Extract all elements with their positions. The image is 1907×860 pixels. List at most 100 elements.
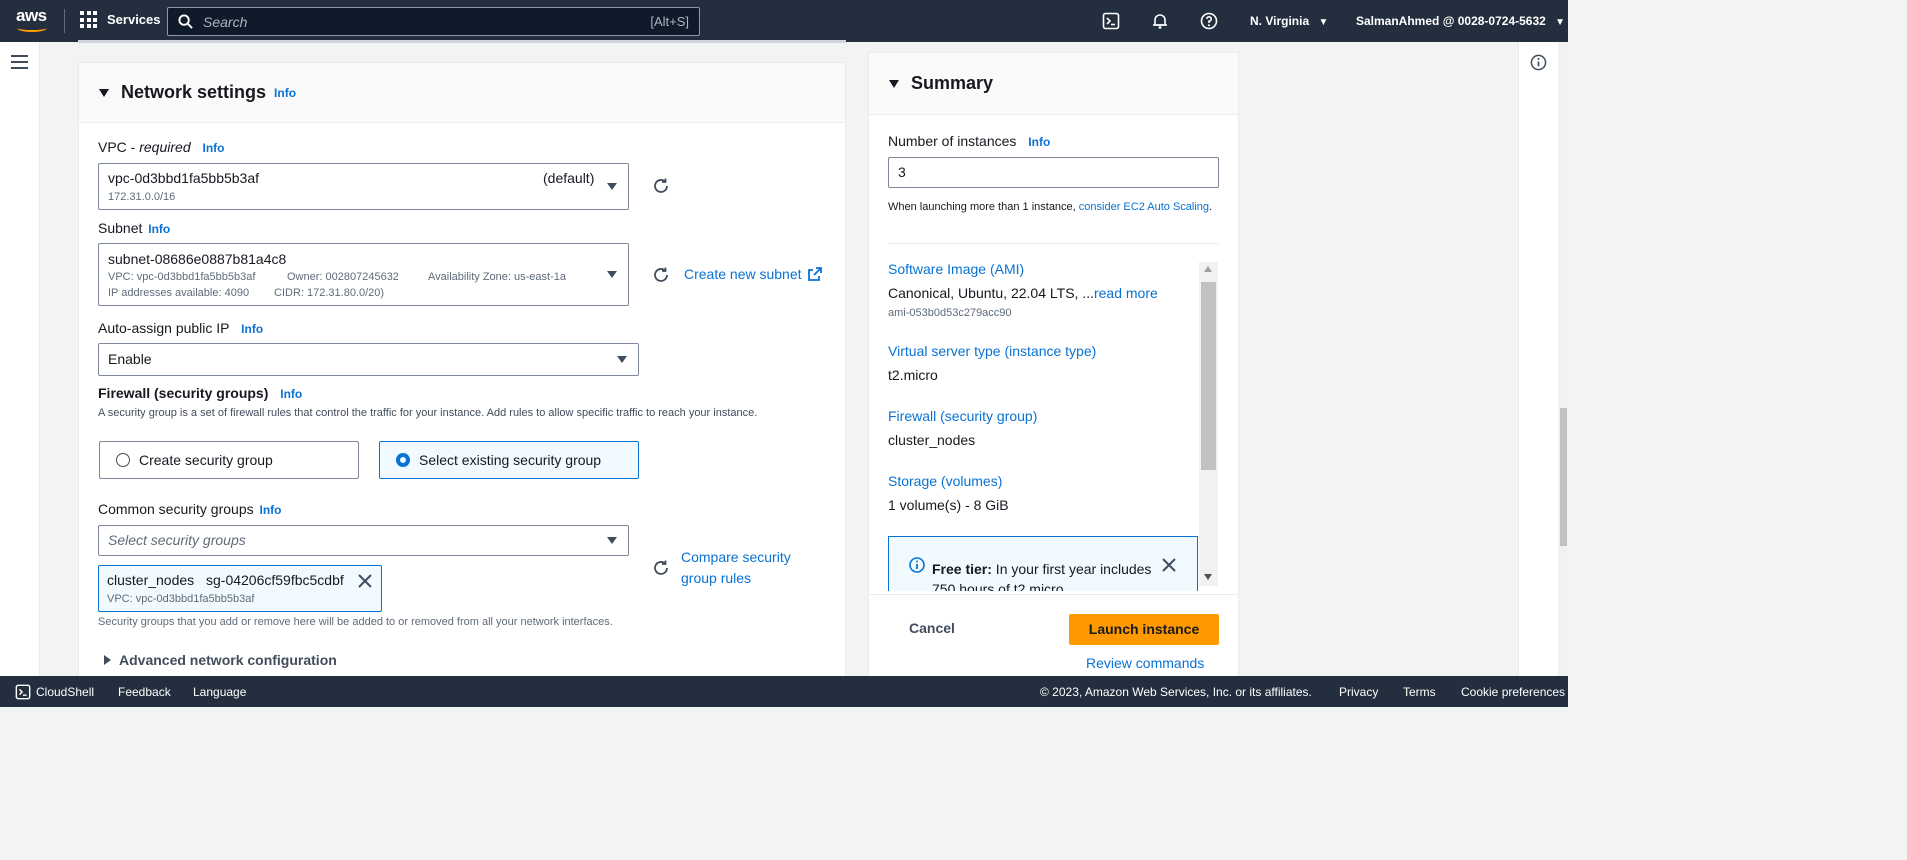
vpc-required-label: required	[139, 139, 191, 155]
consider-ec2-auto-scaling-link[interactable]: consider EC2 Auto Scaling	[1079, 201, 1209, 213]
page-scrollbar[interactable]	[1558, 42, 1568, 676]
instances-hint-suffix: .	[1209, 201, 1213, 213]
close-icon[interactable]	[358, 574, 372, 588]
info-panel-icon[interactable]	[1530, 54, 1547, 71]
cloudshell-icon[interactable]	[1102, 12, 1120, 30]
create-security-group-radio[interactable]: Create security group	[99, 441, 359, 479]
footer-language-link[interactable]: Language	[193, 685, 246, 699]
create-new-subnet-link[interactable]: Create new subnet	[684, 266, 823, 282]
summary-title: Summary	[911, 73, 994, 93]
chevron-down-icon	[607, 537, 617, 544]
subnet-label-text: Subnet	[98, 220, 143, 236]
services-menu-button[interactable]: Services	[80, 11, 161, 28]
menu-hamburger-icon[interactable]	[11, 55, 28, 73]
firewall-description: A security group is a set of firewall ru…	[98, 407, 758, 419]
common-security-groups-label: Common security groups Info	[98, 501, 282, 517]
vpc-value: vpc-0d3bbd1fa5bb5b3af	[108, 170, 260, 186]
footer-cloudshell-link[interactable]: CloudShell	[36, 685, 94, 699]
aws-logo[interactable]: aws	[16, 6, 50, 34]
search-icon	[178, 14, 193, 29]
notifications-bell-icon[interactable]	[1151, 12, 1169, 30]
close-icon[interactable]	[1162, 558, 1176, 572]
summary-scrollbar-thumb[interactable]	[1201, 282, 1216, 470]
chevron-down-icon	[607, 271, 617, 278]
advanced-network-configuration-label: Advanced network configuration	[119, 652, 337, 668]
refresh-security-groups-icon[interactable]	[652, 559, 670, 577]
footer-feedback-link[interactable]: Feedback	[118, 685, 171, 699]
number-of-instances-label-text: Number of instances	[888, 133, 1017, 149]
summary-details-scrollarea[interactable]: Software Image (AMI) Canonical, Ubuntu, …	[888, 258, 1198, 591]
search-input[interactable]: Search [Alt+S]	[167, 7, 700, 36]
account-label: SalmanAhmed @ 0028-0724-5632	[1356, 14, 1546, 28]
subnet-ips: IP addresses available: 4090	[108, 287, 250, 299]
ami-value-text: Canonical, Ubuntu, 22.04 LTS, ...	[888, 285, 1094, 301]
network-settings-title: Network settings	[121, 82, 267, 102]
auto-assign-ip-label: Auto-assign public IP Info	[98, 320, 263, 336]
subnet-label: Subnet Info	[98, 220, 170, 236]
summary-scrollbar[interactable]	[1199, 262, 1218, 586]
refresh-vpc-icon[interactable]	[652, 177, 670, 195]
nav-divider	[64, 9, 65, 33]
help-icon[interactable]	[1200, 12, 1218, 30]
services-label: Services	[107, 12, 161, 27]
info-link[interactable]: Info	[274, 86, 296, 100]
select-existing-security-group-radio[interactable]: Select existing security group	[379, 441, 639, 479]
security-groups-placeholder: Select security groups	[108, 532, 246, 548]
storage-value: 1 volume(s) - 8 GiB	[888, 497, 1009, 513]
refresh-subnet-icon[interactable]	[652, 266, 670, 284]
instances-info-link[interactable]: Info	[1028, 135, 1050, 149]
scroll-down-icon[interactable]	[1204, 574, 1212, 580]
subnet-select[interactable]: subnet-08686e0887b81a4c8 VPC: vpc-0d3bbd…	[98, 243, 629, 306]
region-selector[interactable]: N. Virginia ▼	[1250, 14, 1328, 28]
scroll-up-icon[interactable]	[1204, 266, 1212, 272]
footer-bar: CloudShell Feedback Language © 2023, Ama…	[0, 676, 1568, 707]
number-of-instances-label: Number of instances Info	[888, 133, 1050, 149]
software-image-link[interactable]: Software Image (AMI)	[888, 261, 1024, 277]
external-link-icon	[808, 267, 823, 281]
read-more-link[interactable]: read more	[1094, 285, 1158, 301]
auto-assign-ip-value: Enable	[108, 351, 152, 367]
footer-privacy-link[interactable]: Privacy	[1339, 685, 1378, 699]
aws-logo-text: aws	[16, 6, 47, 25]
subnet-owner: Owner: 002807245632	[287, 271, 399, 283]
storage-link[interactable]: Storage (volumes)	[888, 473, 1002, 489]
vpc-label: VPC - required Info	[98, 139, 225, 155]
common-sg-info-link[interactable]: Info	[260, 503, 282, 517]
network-settings-header[interactable]: Network settings Info	[79, 63, 845, 123]
free-tier-text: Free tier: In your first year includes 7…	[932, 559, 1152, 591]
summary-divider	[888, 243, 1219, 244]
review-commands-link[interactable]: Review commands	[1086, 655, 1204, 671]
launch-instance-button[interactable]: Launch instance	[1069, 614, 1219, 645]
auto-assign-ip-select[interactable]: Enable	[98, 343, 639, 376]
footer-terms-link[interactable]: Terms	[1403, 685, 1436, 699]
cloudshell-icon[interactable]	[15, 684, 31, 700]
vpc-info-link[interactable]: Info	[203, 141, 225, 155]
page-scrollbar-thumb[interactable]	[1560, 408, 1567, 546]
vpc-label-prefix: VPC -	[98, 139, 140, 155]
firewall-info-link[interactable]: Info	[280, 387, 302, 401]
grid-icon	[80, 11, 97, 28]
advanced-network-configuration-toggle[interactable]: Advanced network configuration	[104, 652, 337, 668]
token-name: cluster_nodes	[107, 572, 195, 588]
footer-cookie-preferences-link[interactable]: Cookie preferences	[1461, 685, 1565, 699]
summary-header[interactable]: Summary	[869, 53, 1238, 115]
vpc-select[interactable]: vpc-0d3bbd1fa5bb5b3af (default) 172.31.0…	[98, 163, 629, 210]
account-menu[interactable]: SalmanAhmed @ 0028-0724-5632 ▼	[1356, 14, 1565, 28]
subnet-info-link[interactable]: Info	[148, 222, 170, 236]
number-of-instances-input[interactable]: 3	[888, 157, 1219, 188]
ami-id: ami-053b0d53c279acc90	[888, 307, 1012, 319]
security-groups-hint: Security groups that you add or remove h…	[98, 616, 613, 628]
create-new-subnet-label: Create new subnet	[684, 266, 802, 282]
free-tier-bold: Free tier:	[932, 561, 992, 577]
expand-caret-icon	[104, 655, 111, 665]
compare-security-group-rules-link[interactable]: Compare security group rules	[681, 547, 811, 589]
instance-type-link[interactable]: Virtual server type (instance type)	[888, 343, 1096, 359]
auto-assign-info-link[interactable]: Info	[241, 322, 263, 336]
token-id: sg-04206cf59fbc5cdbf	[206, 572, 344, 588]
firewall-summary-link[interactable]: Firewall (security group)	[888, 408, 1037, 424]
cancel-button[interactable]: Cancel	[909, 620, 955, 636]
left-rail	[0, 42, 40, 676]
security-groups-multiselect[interactable]: Select security groups	[98, 525, 629, 556]
subnet-value: subnet-08686e0887b81a4c8	[108, 251, 287, 267]
instances-hint: When launching more than 1 instance, con…	[888, 199, 1218, 215]
